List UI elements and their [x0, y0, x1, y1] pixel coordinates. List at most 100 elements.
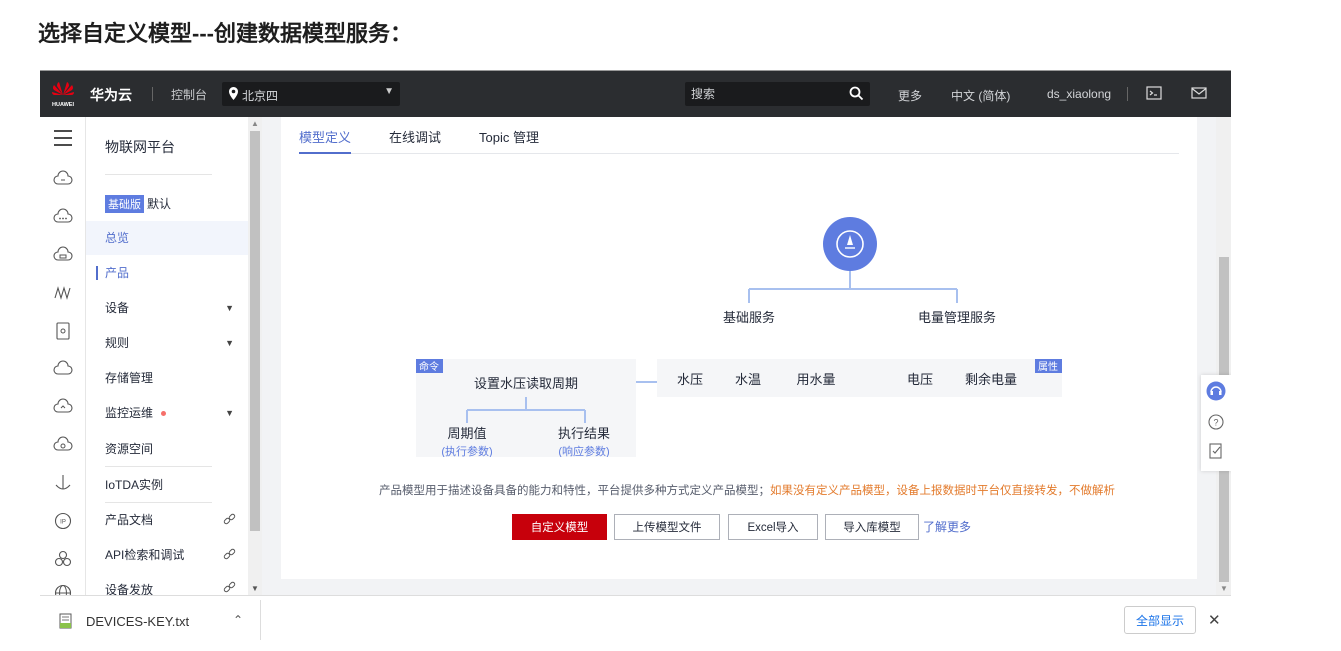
customer-service-icon[interactable]: [1206, 381, 1226, 401]
sidebar-item-resource-space[interactable]: 资源空间: [86, 432, 248, 466]
property-item: 用水量: [796, 372, 835, 387]
huawei-logo[interactable]: HUAWEI: [50, 79, 76, 109]
anchor-icon[interactable]: [53, 473, 73, 493]
sidebar-item-api-explorer[interactable]: API检索和调试: [86, 538, 248, 572]
user-menu[interactable]: ds_xiaolong: [1047, 87, 1111, 101]
model-definition-panel: 模型定义 在线调试 Topic 管理 基础服务 电量管理服务 命令 设置水压读取…: [281, 117, 1197, 579]
sidebar-item-device-provisioning[interactable]: 设备发放: [86, 573, 248, 595]
sidebar-item-storage[interactable]: 存储管理: [86, 361, 248, 395]
cloud-arrow-icon[interactable]: [53, 397, 73, 417]
divider: [105, 174, 212, 175]
divider: [152, 87, 153, 101]
chevron-down-icon: ▼: [384, 86, 394, 97]
show-all-downloads-button[interactable]: 全部显示: [1124, 606, 1196, 634]
sidebar-title: 物联网平台: [105, 139, 175, 155]
sidebar-item-label: 存储管理: [105, 371, 154, 385]
tab-topic-management[interactable]: Topic 管理: [479, 127, 539, 146]
cloud-database-icon[interactable]: [53, 245, 73, 265]
main-scrollbar[interactable]: ▼: [1216, 117, 1231, 595]
logo-wordmark: HUAWEI: [52, 102, 74, 108]
sidebar-item-label: API检索和调试: [105, 548, 185, 562]
property-item: 水压: [677, 372, 703, 387]
edition-value: 默认: [147, 197, 172, 211]
sidebar-item-label: 规则: [105, 336, 130, 350]
download-filename[interactable]: DEVICES-KEY.txt: [86, 614, 189, 629]
svg-text:?: ?: [1213, 418, 1218, 428]
edition-selector[interactable]: 基础版 默认: [105, 195, 171, 213]
floating-help-toolbar: ?: [1201, 375, 1231, 471]
cloud-sync-icon[interactable]: [53, 435, 73, 455]
upload-model-file-button[interactable]: 上传模型文件: [614, 514, 720, 540]
divider: [1127, 87, 1128, 101]
tab-model-definition[interactable]: 模型定义: [299, 127, 352, 154]
property-item: 水温: [735, 372, 761, 387]
top-navigation-bar: HUAWEI 华为云 控制台 北京四 ▼ 更多 中文 (简体) ds_xiaol…: [40, 71, 1231, 117]
sidebar-item-products[interactable]: 产品: [86, 256, 248, 290]
language-selector[interactable]: 中文 (简体): [951, 87, 1010, 104]
pulse-icon[interactable]: [53, 283, 73, 303]
external-link-icon: [223, 548, 236, 560]
device-icon[interactable]: [53, 321, 73, 341]
document-heading: 选择自定义模型---创建数据模型服务：: [38, 21, 412, 46]
service-icon-rail: IP: [40, 117, 86, 602]
cluster-icon[interactable]: [53, 549, 73, 569]
sidebar-item-devices[interactable]: 设备 ▼: [86, 291, 248, 325]
product-model-diagram: 基础服务 电量管理服务 命令 设置水压读取周期 周期值 (执行参数) 执行结果 …: [416, 217, 1062, 457]
command-result-sub: (响应参数): [558, 444, 609, 457]
property-item: 电压: [907, 372, 933, 387]
sidebar-item-label: 总览: [105, 231, 130, 245]
sidebar-item-label: 资源空间: [105, 442, 154, 456]
scrollbar-thumb[interactable]: [250, 131, 260, 531]
location-pin-icon: [229, 87, 238, 100]
search-icon[interactable]: [849, 86, 864, 101]
sidebar-item-docs[interactable]: 产品文档: [86, 503, 248, 537]
sidebar-item-label: 产品: [105, 266, 130, 280]
scroll-down-icon[interactable]: ▼: [1220, 584, 1228, 593]
caret-down-icon: ▼: [225, 408, 234, 418]
edition-badge: 基础版: [105, 195, 144, 213]
command-tag-label: 命令: [419, 360, 439, 373]
search-input[interactable]: [691, 86, 841, 102]
scroll-down-icon[interactable]: ▼: [251, 584, 259, 593]
property-item: 剩余电量: [965, 372, 1017, 387]
tab-online-debug[interactable]: 在线调试: [389, 127, 441, 146]
terminal-icon[interactable]: [1146, 85, 1162, 101]
scroll-up-icon[interactable]: ▲: [251, 119, 259, 128]
learn-more-link[interactable]: 了解更多: [923, 518, 971, 535]
more-menu[interactable]: 更多: [898, 87, 922, 104]
cloud-icon[interactable]: [53, 359, 73, 379]
sidebar-item-iotda-instance[interactable]: IoTDA实例: [86, 468, 248, 502]
divider: [105, 466, 212, 467]
hamburger-menu-icon[interactable]: [53, 129, 73, 147]
sidebar-scrollbar[interactable]: ▲ ▼: [248, 117, 262, 595]
excel-import-button[interactable]: Excel导入: [728, 514, 818, 540]
description-text: 产品模型用于描述设备具备的能力和特性，平台提供多种方式定义产品模型；: [379, 485, 770, 497]
feedback-icon[interactable]: [1206, 441, 1226, 461]
ip-icon[interactable]: IP: [53, 511, 73, 531]
chevron-up-icon[interactable]: ⌃: [233, 613, 243, 627]
sidebar-item-rules[interactable]: 规则 ▼: [86, 326, 248, 360]
console-link[interactable]: 控制台: [171, 86, 207, 103]
sidebar-item-overview[interactable]: 总览: [86, 221, 248, 255]
mail-icon[interactable]: [1191, 85, 1207, 101]
sidebar-item-label: IoTDA实例: [105, 478, 164, 492]
help-icon[interactable]: ?: [1206, 412, 1226, 432]
custom-model-button[interactable]: 自定义模型: [512, 514, 607, 540]
command-result: 执行结果: [558, 426, 610, 441]
close-icon[interactable]: ✕: [1208, 611, 1221, 629]
cloud-service-icon[interactable]: [53, 169, 73, 189]
import-library-model-button[interactable]: 导入库模型: [825, 514, 919, 540]
brand-name[interactable]: 华为云: [90, 85, 132, 105]
service-basic: 基础服务: [723, 310, 775, 325]
sidebar-item-monitoring[interactable]: 监控运维 ▼: [86, 396, 248, 430]
download-shelf: DEVICES-KEY.txt ⌃ 全部显示 ✕: [40, 595, 1231, 644]
text-file-icon: [59, 613, 72, 629]
cloud-dots-icon[interactable]: [53, 207, 73, 227]
sidebar-item-label: 产品文档: [105, 513, 154, 527]
external-link-icon: [223, 581, 236, 593]
service-power: 电量管理服务: [918, 310, 996, 325]
sidebar-item-label: 设备发放: [105, 583, 154, 595]
region-selector[interactable]: 北京四 ▼: [222, 82, 400, 106]
sidebar-item-label: 监控运维: [105, 406, 154, 420]
sidebar-item-label: 设备: [105, 301, 130, 315]
